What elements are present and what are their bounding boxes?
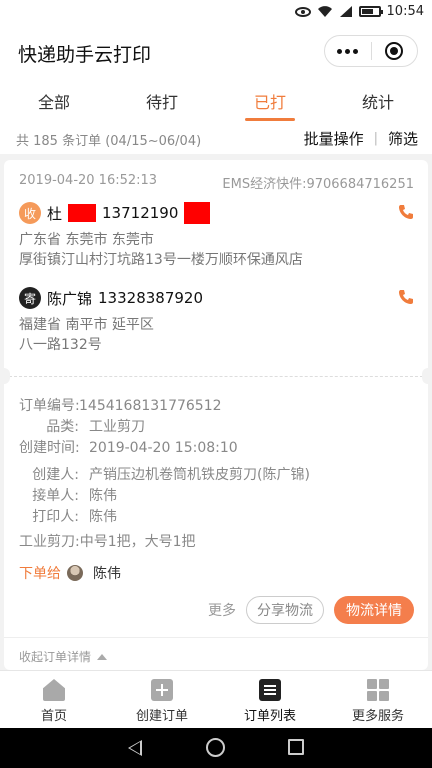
nav-create-order[interactable]: 创建订单 — [108, 671, 216, 728]
order-datetime: 2019-04-20 16:52:13 — [19, 173, 158, 188]
nav-create-order-label: 创建订单 — [135, 709, 188, 724]
order-header: 2019-04-20 16:52:13 EMS经济快件:970668471625… — [19, 173, 414, 192]
status-time: 10:54 — [386, 4, 424, 19]
more-dots-icon — [337, 48, 359, 54]
ticket-notch-left — [0, 368, 10, 384]
tab-statistics[interactable]: 统计 — [324, 76, 432, 122]
receiver-street: 厚街镇汀山村汀坑路13号一楼万顺环保通风店 — [19, 252, 303, 268]
express-number: EMS经济快件:9706684716251 — [222, 177, 414, 192]
back-icon[interactable] — [128, 740, 142, 756]
sender-phone: 13328387920 — [98, 289, 203, 307]
receive-badge: 收 — [19, 202, 41, 224]
list-icon — [259, 679, 281, 701]
call-receiver-icon[interactable] — [398, 204, 414, 220]
tab-all[interactable]: 全部 — [0, 76, 108, 122]
tab-pending[interactable]: 待打 — [108, 76, 216, 122]
send-badge: 寄 — [19, 287, 41, 309]
assigned-name: 陈伟 — [93, 566, 121, 582]
wifi-icon — [317, 6, 332, 17]
system-nav-bar — [0, 728, 432, 768]
receiver-name: 杜 — [47, 204, 63, 223]
detail-creator: 创建人: 产销压边机卷筒机铁皮剪刀(陈广锦) — [32, 467, 310, 483]
detail-goods: 工业剪刀:中号1把，大号1把 — [19, 534, 196, 550]
app-title: 快递助手云打印 — [18, 44, 152, 66]
add-icon — [151, 679, 173, 701]
sender-street: 八一路132号 — [19, 337, 102, 353]
dashed-divider — [4, 376, 428, 377]
tab-printed[interactable]: 已打 — [216, 76, 324, 122]
mini-program-capsule — [324, 35, 418, 67]
filter-button[interactable]: 筛选 — [388, 128, 418, 149]
order-actions: 更多 分享物流 物流详情 — [208, 596, 414, 624]
status-icons: 10:54 — [294, 4, 424, 19]
summary-bar: 共 185 条订单 (04/15~06/04) 批量操作 | 筛选 — [0, 122, 432, 154]
detail-printer: 打印人: 陈伟 — [32, 509, 117, 525]
action-separator: | — [373, 131, 378, 146]
call-sender-icon[interactable] — [398, 289, 414, 305]
receiver-address: 广东省 东莞市 东莞市 厚街镇汀山村汀坑路13号一楼万顺环保通风店 — [19, 230, 414, 270]
detail-created: 创建时间: 2019-04-20 15:08:10 — [19, 440, 238, 456]
status-bar: 10:54 — [0, 0, 432, 26]
sender-name: 陈广锦 — [47, 289, 93, 308]
card-divider — [4, 637, 428, 638]
summary-actions: 批量操作 | 筛选 — [304, 128, 418, 149]
collapse-label: 收起订单详情 — [19, 650, 92, 664]
grid-icon — [367, 679, 389, 701]
detail-taker: 接单人: 陈伟 — [32, 488, 117, 504]
signal-icon — [339, 6, 352, 17]
ticket-notch-right — [422, 368, 432, 384]
nav-home[interactable]: 首页 — [0, 671, 108, 728]
receiver-block: 收 杜 13712190 广东省 东莞市 东莞市 厚街镇汀山村汀坑路13号一楼万… — [19, 202, 414, 270]
nav-more-services-label: 更多服务 — [351, 709, 404, 724]
close-mini-program-button[interactable] — [372, 36, 418, 66]
home-circle-icon[interactable] — [206, 738, 225, 757]
sender-region: 福建省 南平市 延平区 — [19, 317, 154, 333]
redaction-block — [184, 202, 211, 224]
order-details: 订单编号: 1454168131776512 品类: 工业剪刀 创建时间: 20… — [19, 396, 414, 583]
receiver-region: 广东省 东莞市 东莞市 — [19, 232, 154, 248]
order-tabs: 全部 待打 已打 统计 — [0, 76, 432, 122]
eye-icon — [294, 6, 311, 17]
sender-address: 福建省 南平市 延平区 八一路132号 — [19, 315, 414, 355]
order-count: 共 185 条订单 (04/15~06/04) — [16, 134, 202, 149]
nav-order-list-label: 订单列表 — [243, 709, 296, 724]
battery-icon — [358, 6, 383, 17]
avatar — [67, 565, 83, 581]
sender-block: 寄 陈广锦 13328387920 福建省 南平市 延平区 八一路132号 — [19, 287, 414, 355]
more-button[interactable]: 更多 — [208, 600, 236, 620]
batch-operation-button[interactable]: 批量操作 — [304, 128, 364, 149]
nav-home-label: 首页 — [40, 709, 67, 724]
bottom-nav: 首页 创建订单 订单列表 更多服务 — [0, 670, 432, 728]
recent-apps-icon[interactable] — [288, 739, 304, 755]
nav-order-list[interactable]: 订单列表 — [216, 671, 324, 728]
nav-more-services[interactable]: 更多服务 — [324, 671, 432, 728]
collapse-details-button[interactable]: 收起订单详情 — [19, 648, 108, 665]
detail-order-no: 订单编号: 1454168131776512 — [19, 398, 222, 414]
receiver-phone: 13712190 — [102, 204, 179, 222]
target-icon — [385, 42, 404, 60]
redaction-block — [68, 204, 97, 222]
detail-category: 品类: 工业剪刀 — [46, 419, 145, 435]
receiver-line: 收 杜 13712190 — [19, 202, 414, 224]
assigned-label: 下单给 — [19, 566, 61, 582]
sender-line: 寄 陈广锦 13328387920 — [19, 287, 414, 309]
order-card: 2019-04-20 16:52:13 EMS经济快件:970668471625… — [0, 160, 432, 670]
chevron-up-icon — [97, 653, 108, 660]
assigned-to-line: 下单给 陈伟 — [19, 563, 414, 583]
logistics-detail-button[interactable]: 物流详情 — [334, 596, 414, 624]
more-menu-button[interactable] — [325, 36, 371, 66]
title-bar: 快递助手云打印 — [0, 26, 432, 76]
home-icon — [43, 679, 65, 701]
share-logistics-button[interactable]: 分享物流 — [246, 596, 324, 624]
